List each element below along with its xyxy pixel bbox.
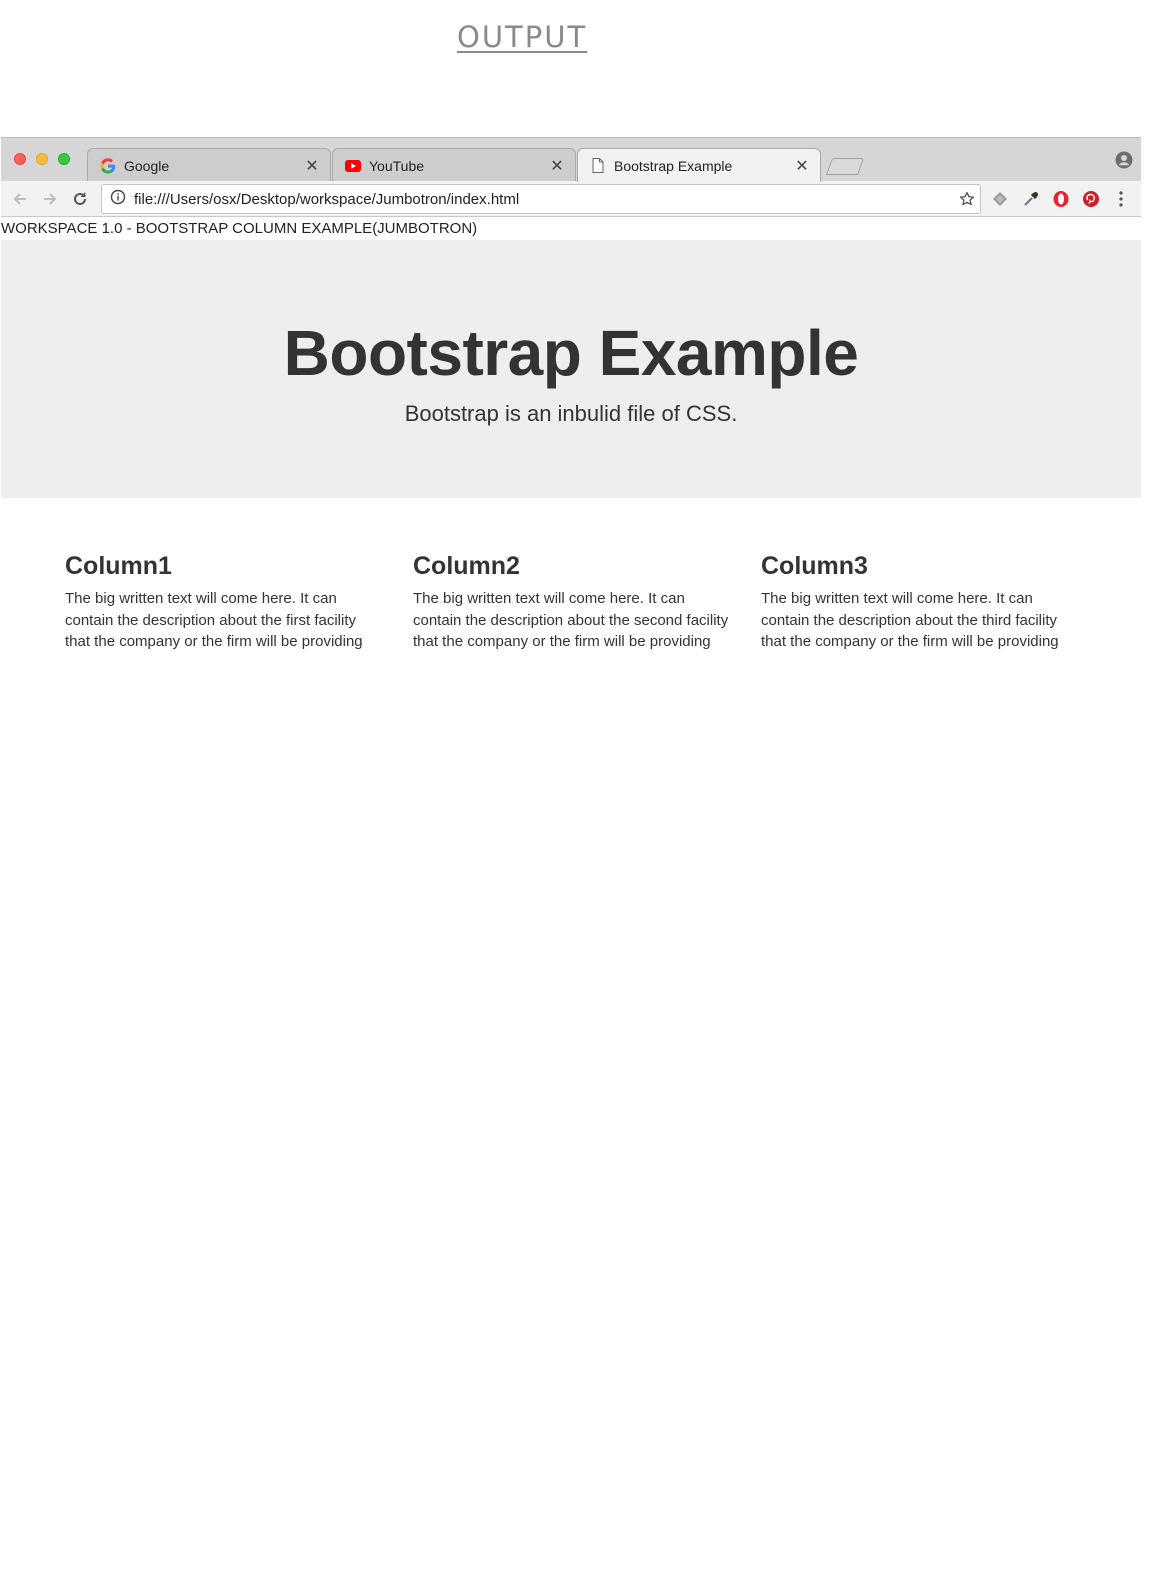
column-heading: Column3 [761, 552, 868, 580]
close-tab-icon[interactable]: ✕ [549, 156, 565, 176]
eyedropper-icon[interactable] [1021, 189, 1041, 209]
jumbotron-title: Bootstrap Example [283, 317, 859, 389]
reload-icon[interactable] [70, 189, 90, 209]
zoom-window-button[interactable] [58, 153, 70, 165]
pinterest-icon[interactable] [1081, 189, 1101, 209]
opera-icon[interactable] [1051, 189, 1071, 209]
back-arrow-icon[interactable] [10, 189, 30, 209]
bookmark-star-icon[interactable] [954, 191, 980, 207]
tab-label: Google [124, 157, 170, 174]
column-heading: Column1 [65, 552, 172, 580]
address-url[interactable]: file:///Users/osx/Desktop/workspace/Jumb… [134, 191, 954, 208]
minimize-window-button[interactable] [36, 153, 48, 165]
tab-bootstrap-example[interactable]: Bootstrap Example ✕ [577, 148, 821, 182]
columns-row: Column1 The big written text will come h… [1, 498, 1141, 698]
page-icon [590, 158, 606, 174]
column-1: Column1 The big written text will come h… [65, 550, 381, 653]
menu-dots-icon[interactable] [1111, 189, 1131, 209]
close-tab-icon[interactable]: ✕ [304, 156, 320, 176]
browser-toolbar: file:///Users/osx/Desktop/workspace/Jumb… [1, 181, 1141, 217]
column-3: Column3 The big written text will come h… [761, 550, 1077, 653]
page-caption: WORKSPACE 1.0 - BOOTSTRAP COLUMN EXAMPLE… [1, 220, 478, 237]
tab-strip: Google ✕ YouTube ✕ Bootstrap Example ✕ [1, 137, 1141, 182]
jumbotron-subtitle: Bootstrap is an inbulid file of CSS. [404, 401, 738, 426]
tab-youtube[interactable]: YouTube ✕ [332, 148, 576, 182]
browser-window: Google ✕ YouTube ✕ Bootstrap Example ✕ f… [1, 137, 1141, 217]
output-heading: OUTPUT [457, 20, 588, 54]
address-bar[interactable]: file:///Users/osx/Desktop/workspace/Jumb… [101, 184, 981, 214]
google-icon [100, 157, 116, 174]
column-text: The big written text will come here. It … [413, 590, 729, 651]
extension-layers-icon[interactable] [990, 189, 1010, 209]
page-content: WORKSPACE 1.0 - BOOTSTRAP COLUMN EXAMPLE… [1, 218, 1141, 698]
column-2: Column2 The big written text will come h… [413, 550, 729, 653]
tab-google[interactable]: Google ✕ [87, 148, 331, 182]
column-text: The big written text will come here. It … [761, 590, 1059, 651]
info-icon[interactable] [110, 189, 126, 209]
youtube-icon [345, 158, 361, 174]
column-text: The big written text will come here. It … [65, 590, 363, 651]
close-window-button[interactable] [14, 153, 26, 165]
forward-arrow-icon[interactable] [40, 189, 60, 209]
new-tab-button[interactable] [825, 158, 865, 175]
tab-label: Bootstrap Example [614, 157, 733, 174]
close-tab-icon[interactable]: ✕ [794, 156, 810, 176]
jumbotron: Bootstrap Example Bootstrap is an inbuli… [1, 240, 1141, 498]
tab-label: YouTube [369, 157, 425, 174]
profile-icon[interactable] [1115, 151, 1133, 174]
window-controls [14, 153, 70, 165]
column-heading: Column2 [413, 552, 520, 580]
